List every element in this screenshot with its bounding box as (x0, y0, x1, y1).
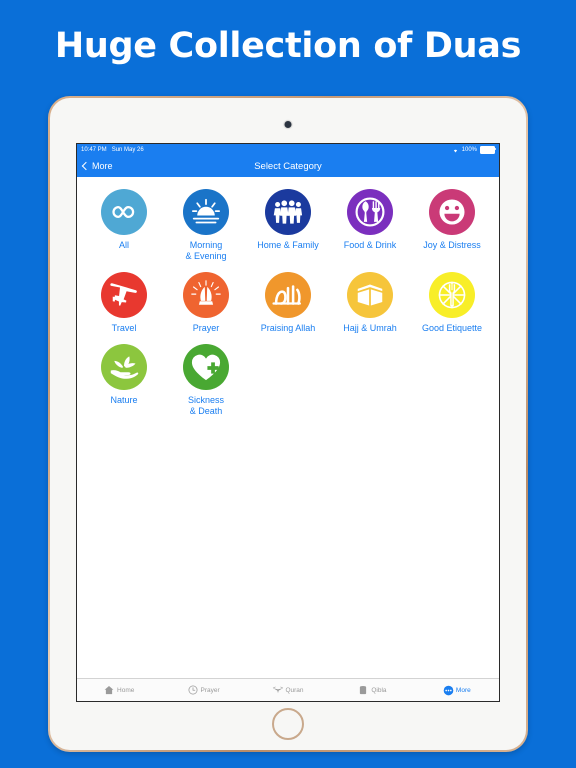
status-date: Sun May 26 (111, 146, 144, 153)
clock-icon (188, 685, 198, 695)
tab-label: Qibla (371, 686, 387, 694)
fork-plate-icon (429, 272, 475, 318)
cutlery-icon (347, 189, 393, 235)
status-time: 10:47 PM (81, 146, 107, 153)
category-item-praising-allah[interactable]: Praising Allah (247, 268, 329, 334)
tab-more[interactable]: More (415, 685, 499, 696)
house-icon (104, 685, 114, 695)
category-content: All Morning & Evening Home & Family Food… (77, 177, 499, 678)
back-button[interactable]: More (81, 161, 113, 171)
tab-quran[interactable]: Quran (246, 685, 330, 695)
compass-icon (358, 685, 368, 695)
category-label: Sickness & Death (187, 395, 224, 416)
status-bar-left: 10:47 PM Sun May 26 (81, 147, 144, 153)
category-label: Hajj & Umrah (343, 323, 397, 333)
category-label: Travel (111, 323, 137, 333)
category-item-travel[interactable]: Travel (83, 268, 165, 334)
bottom-tab-bar: Home Prayer Quran Qibla More (77, 678, 499, 701)
category-label: All (118, 240, 129, 250)
category-item-morning-evening[interactable]: Morning & Evening (165, 185, 247, 262)
battery-percent: 100% (461, 146, 477, 153)
device-screen: 10:47 PM Sun May 26 100% More Select Cat… (76, 143, 500, 702)
sunrise-icon (183, 189, 229, 235)
heart-cross-icon (183, 344, 229, 390)
category-item-sickness-death[interactable]: Sickness & Death (165, 340, 247, 417)
quran-icon (272, 685, 284, 695)
category-item-all[interactable]: All (83, 185, 165, 262)
battery-icon (480, 145, 497, 154)
category-item-food-drink[interactable]: Food & Drink (329, 185, 411, 262)
home-button[interactable] (272, 708, 304, 740)
category-grid: All Morning & Evening Home & Family Food… (83, 185, 493, 417)
more-dots-icon (443, 685, 454, 696)
status-bar-right: 100% (452, 145, 497, 154)
category-item-nature[interactable]: Nature (83, 340, 165, 417)
promo-banner: Huge Collection of Duas (0, 0, 576, 92)
chevron-left-icon (81, 161, 91, 171)
category-label: Nature (110, 395, 138, 405)
smiley-icon (429, 189, 475, 235)
category-label: Good Etiquette (421, 323, 483, 333)
category-item-prayer[interactable]: Prayer (165, 268, 247, 334)
promo-headline: Huge Collection of Duas (54, 26, 522, 66)
category-label: Morning & Evening (185, 240, 227, 261)
back-button-label: More (92, 161, 113, 171)
tab-qibla[interactable]: Qibla (330, 685, 414, 695)
tab-label: More (455, 686, 471, 694)
praying-hands-icon (183, 272, 229, 318)
category-item-good-etiquette[interactable]: Good Etiquette (411, 268, 493, 334)
tab-label: Prayer (200, 686, 220, 694)
infinity-icon (101, 189, 147, 235)
category-item-hajj-umrah[interactable]: Hajj & Umrah (329, 268, 411, 334)
category-item-joy-distress[interactable]: Joy & Distress (411, 185, 493, 262)
status-bar: 10:47 PM Sun May 26 100% (77, 144, 499, 155)
tab-label: Home (117, 686, 135, 694)
airplane-icon (101, 272, 147, 318)
tab-prayer[interactable]: Prayer (161, 685, 245, 695)
tab-home[interactable]: Home (77, 685, 161, 695)
category-label: Food & Drink (343, 240, 397, 250)
category-label: Praising Allah (260, 323, 316, 333)
camera-dot-icon (284, 121, 292, 128)
tab-label: Quran (285, 686, 304, 694)
category-label: Home & Family (257, 240, 319, 250)
tablet-body: 10:47 PM Sun May 26 100% More Select Cat… (50, 98, 526, 750)
family-icon (265, 189, 311, 235)
page-title: Select Category (254, 160, 322, 172)
allah-calligraphy-icon (265, 272, 311, 318)
category-label: Joy & Distress (423, 240, 481, 250)
tablet-device: 10:47 PM Sun May 26 100% More Select Cat… (48, 96, 528, 752)
category-item-home-family[interactable]: Home & Family (247, 185, 329, 262)
kaaba-icon (347, 272, 393, 318)
category-label: Prayer (192, 323, 220, 333)
navigation-bar: More Select Category (77, 155, 499, 177)
plant-hand-icon (101, 344, 147, 390)
wifi-icon (452, 147, 459, 153)
